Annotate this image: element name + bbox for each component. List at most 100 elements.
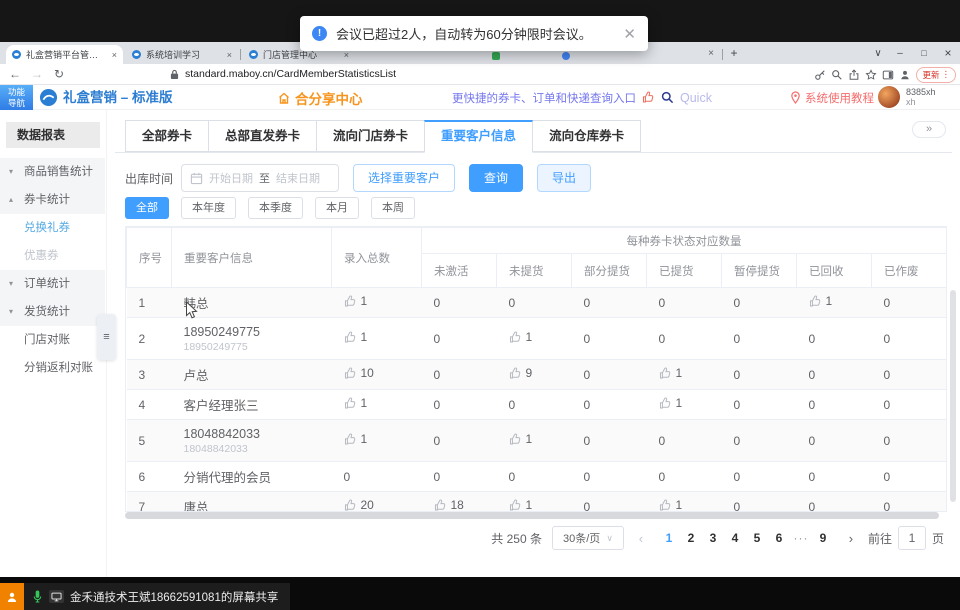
next-page-button[interactable]: › [844,531,858,546]
page-button-5[interactable]: 5 [746,526,768,550]
table-row[interactable]: 5180488420331804884203310100000 [127,420,947,462]
cell-value: 0 [572,360,647,390]
expand-pill-button[interactable]: » [912,121,946,138]
sidebar-item-card-stats[interactable]: ▴券卡统计 [0,186,105,214]
tab-search-icon[interactable]: ∨ [868,42,888,64]
mouse-cursor [185,301,198,320]
shop-icon [277,91,291,105]
cell-value: 0 [497,462,572,492]
tab-store-flow-cards[interactable]: 流向门店券卡 [316,120,425,152]
select-customer-button[interactable]: 选择重要客户 [353,164,455,192]
sidebar-item-order-stats[interactable]: ▾订单统计 [0,270,105,298]
tab-close-icon[interactable]: × [344,50,349,60]
quick-entry-link[interactable]: 更快捷的券卡、订单和快递查询入口 Quick [452,85,712,110]
user-avatar[interactable] [878,86,900,108]
table-row[interactable]: 7唐总2018101000 [127,492,947,513]
tutorial-link[interactable]: 系统使用教程 [790,85,874,110]
share-icon[interactable] [848,69,860,81]
tab-important-customers[interactable]: 重要客户信息 [424,120,533,153]
forward-icon[interactable]: → [26,67,48,81]
profile-icon[interactable] [899,69,911,81]
window-restore-button[interactable]: □ [914,42,934,64]
menu-dots-icon: ⋮ [942,69,951,80]
date-to-label: 至 [259,170,270,186]
filter-bar: 出库时间 开始日期 至 结束日期 选择重要客户 查询 导出 [125,163,591,193]
cell-value: 0 [797,390,872,420]
search-button[interactable]: 查询 [469,164,523,192]
tab-close-icon[interactable]: × [703,42,719,64]
cell-value: 0 [647,462,722,492]
cell-value: 0 [422,288,497,318]
back-icon[interactable]: ← [4,67,26,81]
cell-value: 1 [332,420,422,462]
sidebar-item-store-reconciliation[interactable]: 门店对账 [0,326,105,354]
page-button-6[interactable]: 6 [768,526,790,550]
cell-value: 0 [872,492,947,513]
tab-separator [722,49,723,60]
quick-filter-all[interactable]: 全部 [125,197,169,219]
side-panel-icon[interactable] [882,69,894,81]
sidebar-item-shipping-stats[interactable]: ▾发货统计 [0,298,105,326]
sidebar-collapse-handle[interactable]: ≡ [97,314,116,360]
table-row[interactable]: 6分销代理的会员00000000 [127,462,947,492]
goto-page-input[interactable]: 1 [898,526,926,550]
workspace: 数据报表 ▾商品销售统计 ▴券卡统计 兑换礼券 优惠券 ▾订单统计 ▾发货统计 … [0,110,960,577]
tab-close-icon[interactable]: × [112,50,117,60]
main-content: 全部券卡 总部直发券卡 流向门店券卡 重要客户信息 流向仓库券卡 » 出库时间 … [107,110,960,577]
page-button-2[interactable]: 2 [680,526,702,550]
meeting-participant-tile[interactable] [0,583,24,610]
quick-filter-year[interactable]: 本年度 [181,197,236,219]
window-close-button[interactable]: × [938,42,958,64]
page-button-3[interactable]: 3 [702,526,724,550]
export-button[interactable]: 导出 [537,164,591,192]
vertical-scrollbar[interactable] [950,290,956,502]
hand-pointer-icon [809,295,822,308]
sidebar-item-discount-coupon[interactable]: 优惠券 [0,242,105,270]
window-minimize-button[interactable]: – [890,42,910,64]
tab-warehouse-flow-cards[interactable]: 流向仓库券卡 [532,120,641,152]
hand-pointer-icon [509,433,522,446]
zoom-icon[interactable] [831,69,843,81]
prev-page-button[interactable]: ‹ [634,531,648,546]
table-row[interactable]: 3卢总100901000 [127,360,947,390]
url-field[interactable]: standard.maboy.cn/CardMemberStatisticsLi… [170,68,396,80]
app-logo [39,88,58,112]
reload-icon[interactable]: ↻ [48,67,70,81]
table-row[interactable]: 1韩总10000010 [127,288,947,318]
page-button-9[interactable]: 9 [812,526,834,550]
update-badge[interactable]: 更新 ⋮ [916,67,956,83]
cell-value: 0 [572,390,647,420]
bookmark-star-icon[interactable] [865,69,877,81]
location-pin-icon [790,91,801,104]
nav-toggle-button[interactable]: 功能导航 [0,85,33,110]
quick-filter-quarter[interactable]: 本季度 [248,197,303,219]
table-row[interactable]: 2189502497751895024977510100000 [127,318,947,360]
sidebar-item-distribution-rebate[interactable]: 分销返利对账 [0,354,105,382]
quick-filter-month[interactable]: 本月 [315,197,359,219]
tab-all-cards[interactable]: 全部券卡 [125,120,209,152]
sidebar-item-exchange-coupon[interactable]: 兑换礼券 [0,214,105,242]
cell-index: 1 [127,288,172,318]
date-range-input[interactable]: 开始日期 至 结束日期 [181,164,339,192]
key-icon[interactable] [814,69,826,81]
quick-filter-week[interactable]: 本周 [371,197,415,219]
cell-index: 5 [127,420,172,462]
page-size-select[interactable]: 30条/页 ∨ [552,526,624,550]
browser-tab-2[interactable]: 系统培训学习 × [126,45,238,64]
chevron-down-icon: ▾ [9,298,13,326]
cell-value: 0 [422,462,497,492]
page-button-1[interactable]: 1 [658,526,680,550]
tab-close-icon[interactable]: × [227,50,232,60]
table-row[interactable]: 4客户经理张三10001000 [127,390,947,420]
sidebar-item-product-sales[interactable]: ▾商品销售统计 [0,158,105,186]
browser-tab-title: 礼盒营销平台管理中心 [26,48,104,61]
toast-close-icon[interactable]: ✕ [623,25,636,43]
browser-tab-1[interactable]: 礼盒营销平台管理中心 × [6,45,123,64]
horizontal-scrollbar[interactable] [125,512,947,519]
page-button-4[interactable]: 4 [724,526,746,550]
new-tab-button[interactable]: + [726,42,742,64]
tab-hq-direct-cards[interactable]: 总部直发券卡 [208,120,317,152]
cell-value: 0 [797,318,872,360]
meeting-toast: ! 会议已超过2人，自动转为60分钟限时会议。 ✕ [300,16,648,51]
share-center-link[interactable]: 合分享中心 [277,85,363,110]
